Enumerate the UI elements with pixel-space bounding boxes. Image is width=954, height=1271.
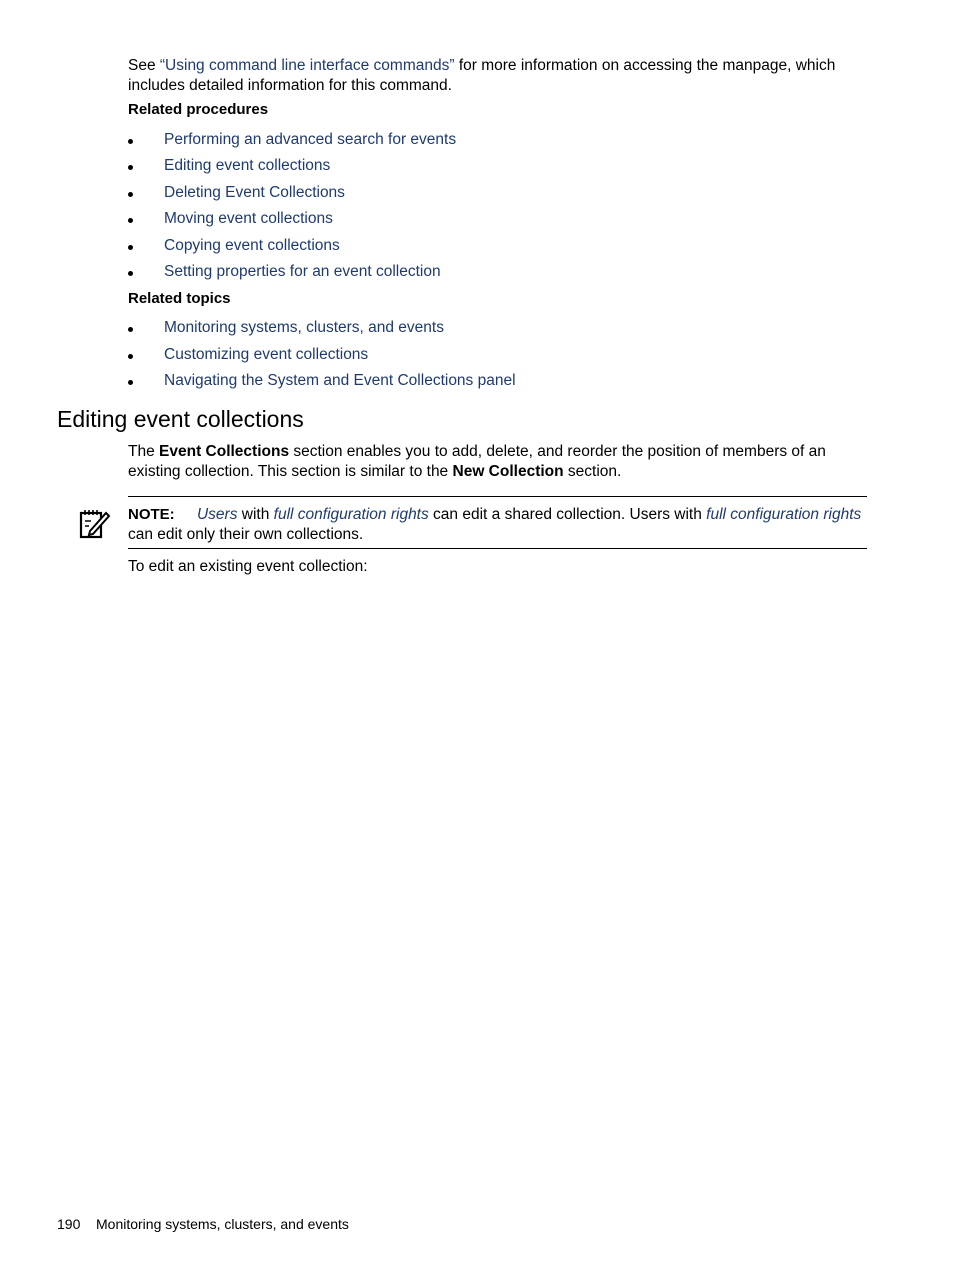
full-configuration-rights-link[interactable]: full configuration rights bbox=[274, 506, 429, 523]
note-text: can edit only their own collections. bbox=[128, 525, 364, 543]
note-body: NOTE: Users with full configuration righ… bbox=[128, 505, 868, 544]
ui-term: New Collection bbox=[452, 462, 564, 480]
procedure-link[interactable]: Moving event collections bbox=[164, 210, 333, 228]
intro-paragraph: See “Using command line interface comman… bbox=[128, 56, 835, 95]
bullet-icon bbox=[128, 380, 133, 385]
bullet-icon bbox=[128, 218, 133, 223]
topic-link[interactable]: Customizing event collections bbox=[164, 346, 368, 364]
section-paragraph: The Event Collections section enables yo… bbox=[128, 442, 826, 481]
note-bottom-rule bbox=[128, 548, 867, 549]
procedure-link[interactable]: Copying event collections bbox=[164, 237, 340, 255]
procedure-link[interactable]: Performing an advanced search for events bbox=[164, 131, 456, 149]
instruction-text: To edit an existing event collection: bbox=[128, 558, 368, 575]
topic-link[interactable]: Navigating the System and Event Collecti… bbox=[164, 372, 516, 390]
footer-page-number: 190 bbox=[57, 1216, 81, 1232]
bullet-icon bbox=[128, 192, 133, 197]
bullet-icon bbox=[128, 354, 133, 359]
related-procedures-heading: Related procedures bbox=[128, 101, 269, 118]
bullet-icon bbox=[128, 271, 133, 276]
note-top-rule bbox=[128, 496, 867, 497]
note-text: with bbox=[237, 506, 274, 523]
ui-term: Event Collections bbox=[159, 443, 290, 460]
paragraph-text: The bbox=[128, 443, 160, 460]
paragraph-text: section enables you to add, delete, and … bbox=[289, 443, 826, 460]
bullet-icon bbox=[128, 245, 133, 250]
full-configuration-rights-link[interactable]: full configuration rights bbox=[706, 506, 861, 523]
related-topics-heading: Related topics bbox=[128, 290, 231, 307]
users-link[interactable]: Users bbox=[197, 506, 237, 523]
footer-chapter-title: Monitoring systems, clusters, and events bbox=[96, 1216, 349, 1232]
bullet-icon bbox=[128, 165, 133, 170]
section-title: Editing event collections bbox=[57, 406, 304, 432]
paragraph-text: section. bbox=[563, 462, 622, 480]
intro-text: includes detailed information for this c… bbox=[128, 76, 452, 94]
procedure-link[interactable]: Deleting Event Collections bbox=[164, 184, 345, 202]
note-label: NOTE: bbox=[128, 506, 175, 523]
cli-commands-link[interactable]: “Using command line interface commands” bbox=[160, 57, 455, 74]
procedure-link[interactable]: Setting properties for an event collecti… bbox=[164, 263, 441, 281]
intro-text: See bbox=[128, 57, 160, 74]
note-text: can edit a shared collection. Users with bbox=[428, 506, 707, 523]
bullet-icon bbox=[128, 327, 133, 332]
paragraph-text: existing collection. This section is sim… bbox=[128, 462, 453, 480]
procedure-link[interactable]: Editing event collections bbox=[164, 157, 330, 175]
note-pencil-icon bbox=[78, 507, 112, 541]
intro-text: for more information on accessing the ma… bbox=[454, 57, 836, 74]
topic-link[interactable]: Monitoring systems, clusters, and events bbox=[164, 319, 444, 337]
bullet-icon bbox=[128, 139, 133, 144]
